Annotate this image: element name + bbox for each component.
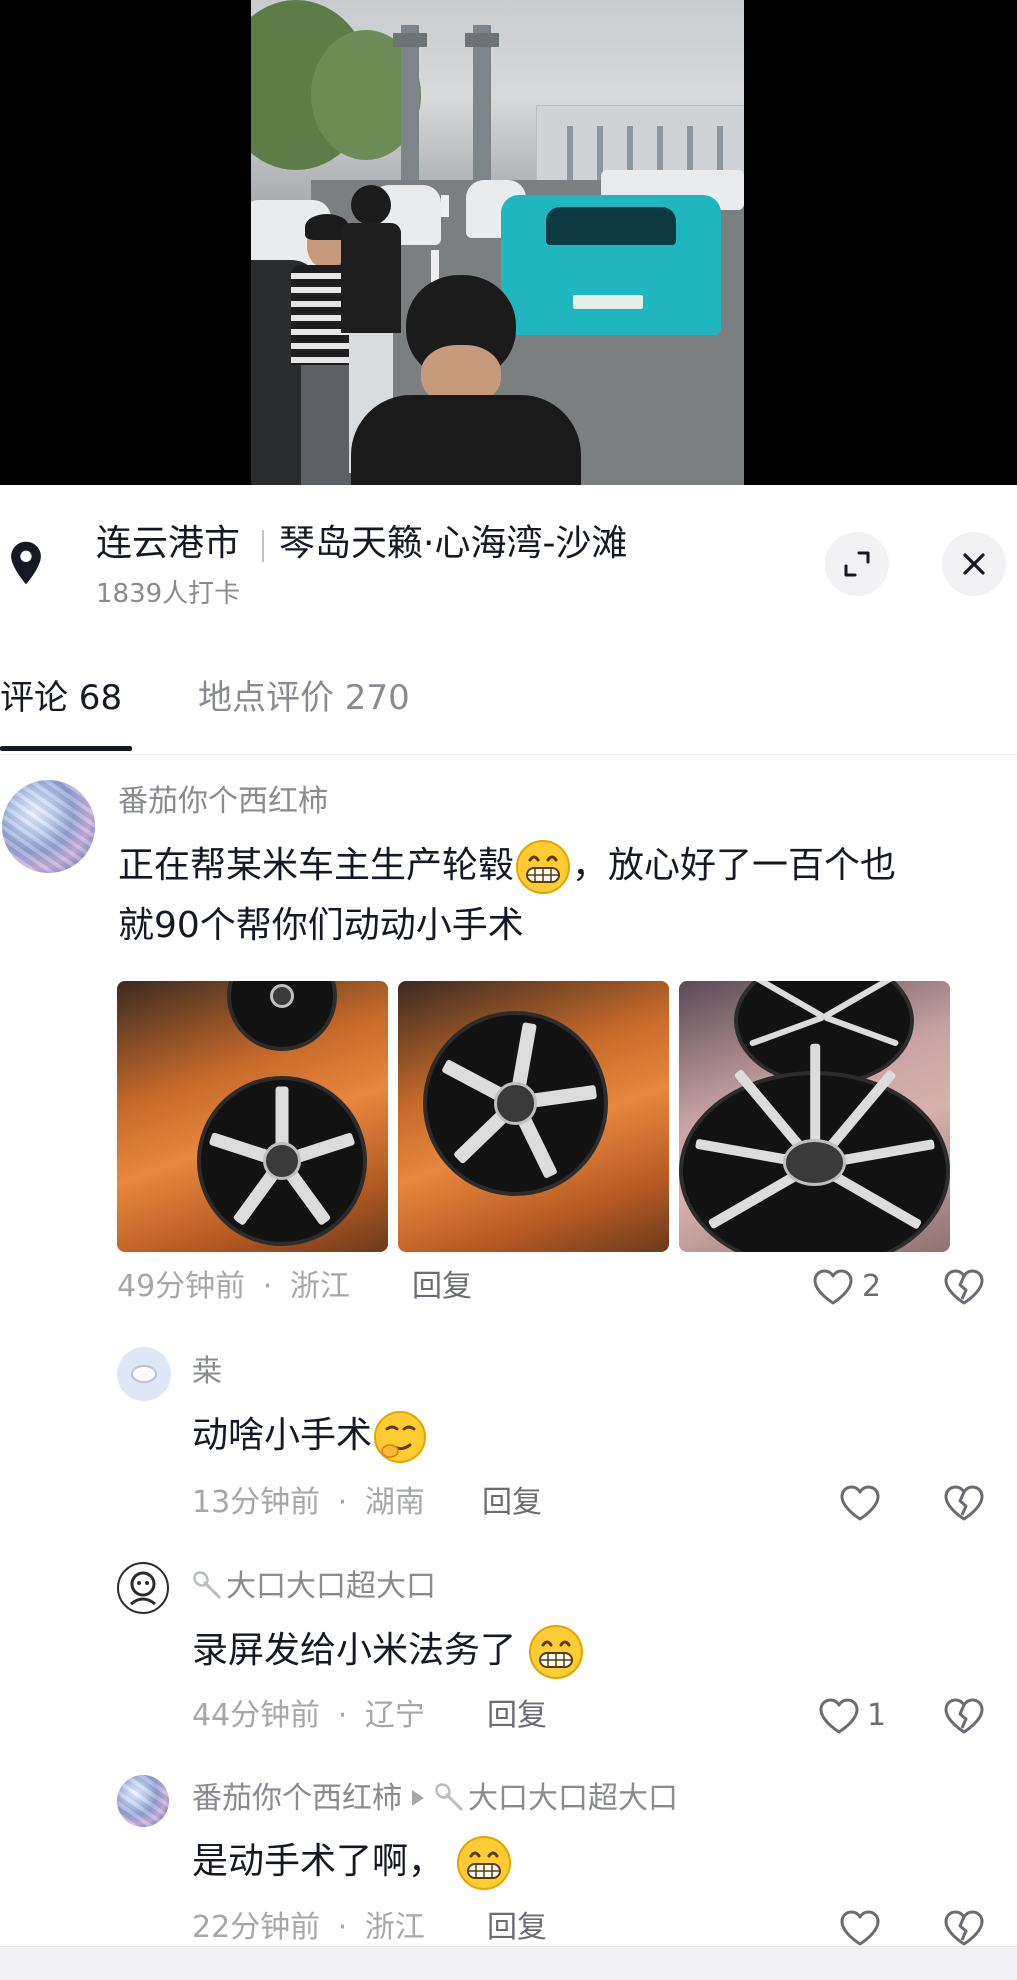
comment-image[interactable] bbox=[398, 981, 669, 1252]
comment-image[interactable] bbox=[117, 981, 388, 1252]
video-player[interactable] bbox=[0, 0, 1017, 485]
screen: 连云港市 琴岛天籁·心海湾-沙滩 1839人打卡 评论 68 地点评价 270 … bbox=[0, 0, 1017, 1980]
reply-button[interactable]: 回复 bbox=[412, 1267, 472, 1307]
broken-heart-icon[interactable] bbox=[942, 1908, 986, 1948]
reply-arrow-icon bbox=[412, 1790, 424, 1806]
like-count: 2 bbox=[862, 1269, 882, 1304]
comment-meta: 49分钟前 · 浙江 bbox=[117, 1267, 350, 1307]
heart-icon[interactable] bbox=[838, 1908, 882, 1948]
meta-separator: · bbox=[337, 1698, 348, 1733]
checkin-count: 1839人打卡 bbox=[96, 579, 241, 609]
reply-button[interactable]: 回复 bbox=[482, 1483, 542, 1523]
reply-button[interactable]: 回复 bbox=[487, 1908, 547, 1948]
location-pin-icon bbox=[11, 541, 41, 585]
close-button[interactable] bbox=[942, 532, 1006, 596]
tabs-divider bbox=[0, 754, 1017, 755]
comment-text-part: 录屏发给小米法务了 bbox=[192, 1630, 517, 1671]
comment-text: 是动手术了啊， bbox=[192, 1832, 513, 1892]
reply-to-username: 大口大口超大口 bbox=[468, 1781, 678, 1816]
comment-username[interactable]: 番茄你个西红柿 大口大口超大口 bbox=[192, 1779, 678, 1819]
tab-comments[interactable]: 评论 68 bbox=[0, 676, 122, 720]
comment-text: 动啥小手术 bbox=[192, 1406, 428, 1466]
smirk-emoji bbox=[374, 1411, 427, 1463]
comment-meta: 13分钟前 · 湖南 bbox=[192, 1483, 425, 1523]
active-tab-indicator bbox=[0, 746, 132, 751]
meta-separator: · bbox=[337, 1485, 348, 1520]
avatar[interactable] bbox=[117, 1562, 169, 1614]
location-place[interactable]: 琴岛天籁·心海湾-沙滩 bbox=[279, 522, 627, 566]
comment-time: 13分钟前 bbox=[192, 1485, 321, 1520]
comment-region: 辽宁 bbox=[364, 1698, 425, 1733]
comment-text-part: 动啥小手术 bbox=[192, 1415, 373, 1456]
comment-input-bar[interactable] bbox=[0, 1946, 1017, 1980]
comment-username[interactable]: 番茄你个西红柿 bbox=[118, 782, 328, 822]
comment-time: 44分钟前 bbox=[192, 1698, 321, 1733]
comment-text-part: 是动手术了啊， bbox=[192, 1841, 445, 1882]
comment-time: 22分钟前 bbox=[192, 1910, 321, 1945]
tab-location-reviews[interactable]: 地点评价 270 bbox=[198, 676, 410, 720]
comment-text: 正在帮某米车主生产轮毂 ，放心好了一百个也 就90个帮你们动动小手术 bbox=[118, 836, 998, 956]
meta-separator: · bbox=[262, 1269, 273, 1304]
username-text: 番茄你个西红柿 bbox=[192, 1781, 402, 1816]
avatar[interactable] bbox=[117, 1775, 169, 1827]
comment-region: 浙江 bbox=[289, 1269, 350, 1304]
comment-text-part: ，放心好了一百个也 bbox=[572, 845, 897, 886]
close-icon bbox=[963, 553, 985, 575]
grinning-emoji bbox=[516, 840, 571, 894]
location-divider bbox=[262, 530, 264, 562]
comment-username[interactable]: 桒 bbox=[192, 1352, 222, 1392]
spoon-icon bbox=[193, 1571, 221, 1599]
broken-heart-icon[interactable] bbox=[942, 1483, 986, 1523]
video-frame bbox=[251, 0, 744, 485]
expand-icon bbox=[844, 551, 870, 577]
comment-region: 浙江 bbox=[364, 1910, 425, 1945]
heart-icon[interactable] bbox=[817, 1696, 861, 1736]
grinning-emoji bbox=[529, 1625, 584, 1679]
comment-meta: 44分钟前 · 辽宁 bbox=[192, 1696, 425, 1736]
heart-icon[interactable] bbox=[838, 1483, 882, 1523]
spoon-icon bbox=[435, 1783, 463, 1811]
username-text: 大口大口超大口 bbox=[226, 1569, 436, 1604]
expand-button[interactable] bbox=[825, 532, 889, 596]
heart-icon[interactable] bbox=[811, 1267, 855, 1307]
comment-time: 49分钟前 bbox=[117, 1269, 246, 1304]
comment-text-part: 就90个帮你们动动小手术 bbox=[118, 905, 524, 946]
avatar[interactable] bbox=[2, 780, 95, 873]
comment-image[interactable] bbox=[679, 981, 950, 1252]
location-city[interactable]: 连云港市 bbox=[96, 522, 240, 566]
broken-heart-icon[interactable] bbox=[942, 1267, 986, 1307]
broken-heart-icon[interactable] bbox=[942, 1696, 986, 1736]
avatar[interactable] bbox=[117, 1347, 171, 1401]
comment-username[interactable]: 大口大口超大口 bbox=[192, 1567, 436, 1607]
grinning-emoji bbox=[457, 1836, 512, 1890]
comment-region: 湖南 bbox=[364, 1485, 425, 1520]
comment-text: 录屏发给小米法务了 bbox=[192, 1621, 585, 1681]
cartoon-avatar-icon bbox=[130, 1571, 156, 1606]
meta-separator: · bbox=[337, 1910, 348, 1945]
like-count: 1 bbox=[867, 1698, 887, 1733]
comment-text-part: 正在帮某米车主生产轮毂 bbox=[118, 845, 515, 886]
comment-meta: 22分钟前 · 浙江 bbox=[192, 1908, 425, 1948]
reply-button[interactable]: 回复 bbox=[487, 1696, 547, 1736]
